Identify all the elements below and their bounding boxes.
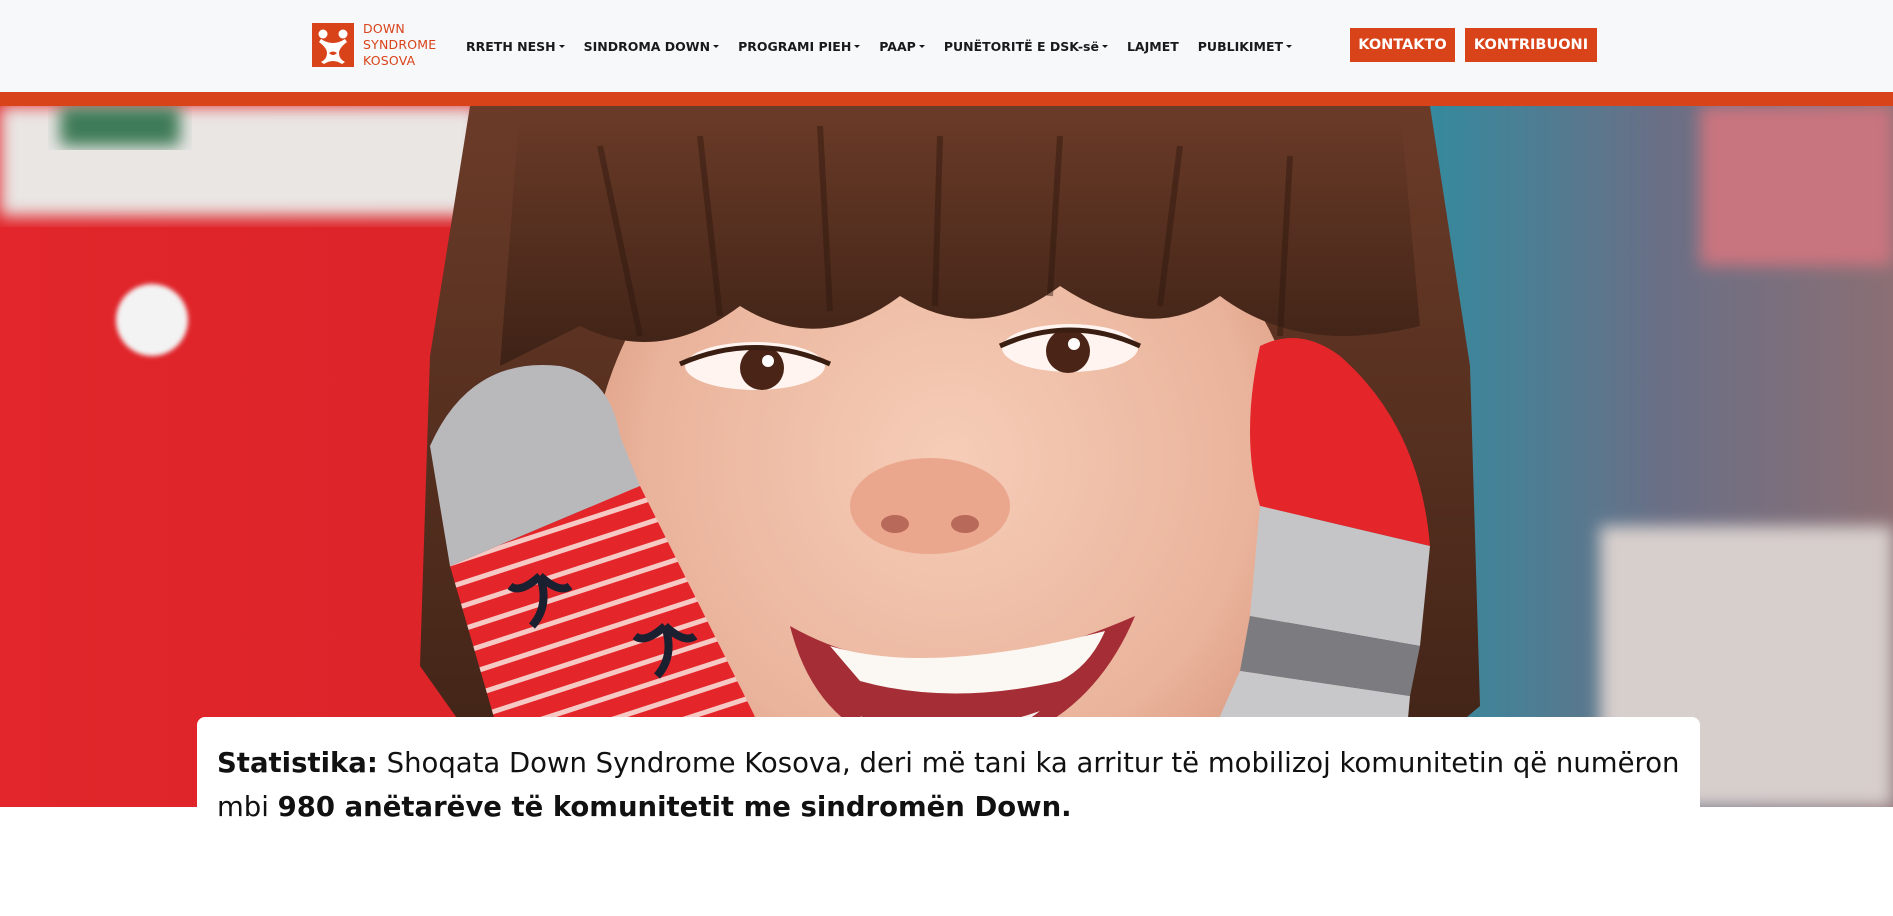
- contribute-button[interactable]: KONTRIBUONI: [1465, 28, 1597, 62]
- hero-image: [0, 106, 1893, 807]
- nav-item-paap[interactable]: PAAP: [879, 39, 925, 54]
- caret-down-icon: [1286, 45, 1293, 48]
- nav-label: LAJMET: [1126, 38, 1179, 54]
- logo-line: KOSOVA: [363, 53, 416, 68]
- nav-label: PROGRAMI PIEH: [738, 38, 852, 54]
- main-nav: RRETH NESH SINDROMA DOWN PROGRAMI PIEH P…: [466, 36, 1311, 56]
- logo-text: DOWN SYNDROME KOSOVA: [363, 21, 436, 69]
- nav-label: PUBLIKIMET: [1197, 38, 1284, 54]
- caret-down-icon: [713, 45, 720, 48]
- contact-button[interactable]: KONTAKTO: [1350, 28, 1455, 62]
- nav-item-programi-pieh[interactable]: PROGRAMI PIEH: [738, 38, 861, 54]
- nav-label: PAAP: [879, 38, 916, 54]
- caret-down-icon: [918, 45, 925, 48]
- nav-item-punetorite[interactable]: PUNËTORITË E DSK-së: [944, 39, 1108, 54]
- site-header: DOWN SYNDROME KOSOVA RRETH NESH SINDROMA…: [0, 0, 1893, 92]
- nav-item-lajmet[interactable]: LAJMET: [1127, 39, 1179, 54]
- nav-label: PUNËTORITË E DSK-së: [943, 38, 1099, 54]
- caret-down-icon: [854, 45, 861, 48]
- nav-label: RRETH NESH: [466, 38, 556, 54]
- site-logo[interactable]: DOWN SYNDROME KOSOVA: [312, 21, 436, 69]
- logo-line: DOWN: [363, 21, 405, 36]
- statistics-highlight: 980 anëtarëve të komunitetit me sindromë…: [277, 791, 1072, 823]
- caret-down-icon: [1101, 45, 1108, 48]
- statistics-label: Statistika:: [217, 747, 378, 779]
- statistics-text: Statistika: Shoqata Down Syndrome Kosova…: [217, 741, 1680, 829]
- logo-line: SYNDROME: [363, 37, 437, 52]
- nav-label: SINDROMA DOWN: [583, 38, 711, 54]
- nav-item-publikimet[interactable]: PUBLIKIMET: [1197, 38, 1293, 54]
- nav-item-sindroma-down[interactable]: SINDROMA DOWN: [583, 38, 720, 54]
- logo-icon: [312, 23, 354, 67]
- header-accent-bar: [0, 92, 1893, 106]
- nav-item-rreth-nesh[interactable]: RRETH NESH: [466, 39, 565, 54]
- caret-down-icon: [558, 45, 565, 48]
- statistics-card: Statistika: Shoqata Down Syndrome Kosova…: [197, 717, 1700, 837]
